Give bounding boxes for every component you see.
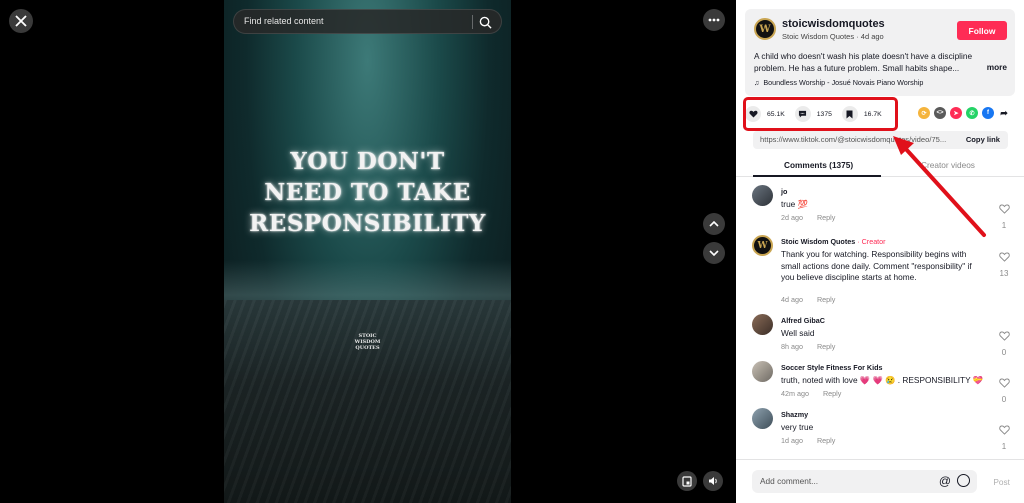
mention-icon[interactable]: @ — [939, 474, 951, 488]
tab-comments[interactable]: Comments (1375) — [784, 160, 853, 170]
avatar[interactable] — [752, 314, 773, 335]
comment-item: Shazmy very true 1d ago Reply 1 — [752, 408, 1012, 451]
heart-outline-icon — [998, 425, 1010, 435]
heart-outline-icon — [998, 378, 1010, 388]
follow-button[interactable]: Follow — [957, 21, 1007, 40]
heart-outline-icon — [998, 252, 1010, 262]
speaker-icon — [708, 477, 717, 485]
avatar[interactable] — [752, 185, 773, 206]
video-watermark: STOIC WISDOM QUOTES — [354, 333, 381, 351]
more-link[interactable]: more — [987, 62, 1007, 72]
avatar[interactable]: W — [752, 235, 773, 256]
avatar[interactable] — [752, 361, 773, 382]
comment-like-button[interactable]: 1 — [996, 201, 1012, 230]
creator-badge: · Creator — [855, 237, 886, 246]
share-arrow-icon[interactable]: ➦ — [998, 107, 1010, 119]
picture-in-picture-button[interactable] — [677, 471, 697, 491]
heart-outline-icon — [998, 331, 1010, 341]
more-options-button[interactable] — [703, 9, 725, 31]
stats-highlight-box — [743, 97, 898, 131]
previous-video-button[interactable] — [703, 213, 725, 235]
video-url: https://www.tiktok.com/@stoicwisdomquote… — [760, 135, 947, 144]
comment-item: Alfred GibaC Well said 8h ago Reply 0 — [752, 314, 1012, 357]
search-icon[interactable] — [479, 16, 492, 29]
comment-item: jo true 💯 2d ago Reply 1 — [752, 185, 1012, 230]
comment-like-button[interactable]: 0 — [996, 375, 1012, 404]
pip-icon — [682, 475, 692, 487]
copy-link-button[interactable]: Copy link — [966, 135, 1000, 144]
whatsapp-icon[interactable]: ✆ — [966, 107, 978, 119]
close-icon — [15, 15, 27, 27]
comment-like-button[interactable]: 0 — [996, 328, 1012, 357]
reply-button[interactable]: Reply — [817, 436, 835, 445]
heart-outline-icon — [998, 204, 1010, 214]
embed-icon[interactable]: <> — [934, 107, 946, 119]
comment-like-button[interactable]: 1 — [996, 422, 1012, 451]
chevron-up-icon — [709, 221, 719, 227]
panel-tabs: Comments (1375) Creator videos — [736, 153, 1024, 177]
video-link-field[interactable]: https://www.tiktok.com/@stoicwisdomquote… — [753, 131, 1008, 149]
next-video-button[interactable] — [703, 242, 725, 264]
author-username[interactable]: stoicwisdomquotes — [782, 18, 885, 30]
author-subline: Stoic Wisdom Quotes · 4d ago — [782, 32, 884, 41]
share-icons: ⟳ <> ➤ ✆ f ➦ — [914, 107, 1010, 119]
video-description: A child who doesn't wash his plate doesn… — [754, 51, 973, 73]
avatar[interactable]: W — [754, 18, 776, 40]
music-note-icon: ♫ — [754, 78, 760, 87]
ellipsis-icon — [708, 18, 720, 22]
comment-item: W Stoic Wisdom Quotes · Creator Thank yo… — [752, 235, 1012, 307]
reply-button[interactable]: Reply — [817, 342, 835, 351]
tiktok-video-page: YOU DON'T NEED TO TAKE RESPONSIBILITY ST… — [0, 0, 1024, 503]
reply-button[interactable]: Reply — [817, 213, 835, 222]
comment-like-button[interactable]: 13 — [996, 249, 1012, 278]
post-button[interactable]: Post — [993, 477, 1010, 487]
video-overlay-text: YOU DON'T NEED TO TAKE RESPONSIBILITY — [249, 148, 486, 237]
reply-button[interactable]: Reply — [817, 295, 835, 304]
chevron-down-icon — [709, 250, 719, 256]
add-comment-input[interactable]: Add comment... @ — [752, 470, 977, 493]
repost-icon[interactable]: ⟳ — [918, 107, 930, 119]
video-player[interactable]: YOU DON'T NEED TO TAKE RESPONSIBILITY ST… — [224, 0, 511, 503]
video-detail-panel: W stoicwisdomquotes Stoic Wisdom Quotes … — [736, 0, 1024, 503]
author-card: W stoicwisdomquotes Stoic Wisdom Quotes … — [745, 9, 1015, 96]
avatar[interactable] — [752, 408, 773, 429]
close-button[interactable] — [9, 9, 33, 33]
facebook-icon[interactable]: f — [982, 107, 994, 119]
volume-button[interactable] — [703, 471, 723, 491]
comment-item: Soccer Style Fitness For Kids truth, not… — [752, 361, 1012, 404]
comment-composer: Add comment... @ Post — [736, 459, 1024, 503]
reply-button[interactable]: Reply — [823, 389, 841, 398]
music-link[interactable]: ♫ Boundless Worship - Josué Novais Piano … — [754, 78, 923, 87]
emoji-icon[interactable] — [957, 474, 970, 487]
send-icon[interactable]: ➤ — [950, 107, 962, 119]
tab-creator-videos[interactable]: Creator videos — [921, 160, 975, 170]
search-input[interactable]: Find related content — [233, 9, 502, 34]
